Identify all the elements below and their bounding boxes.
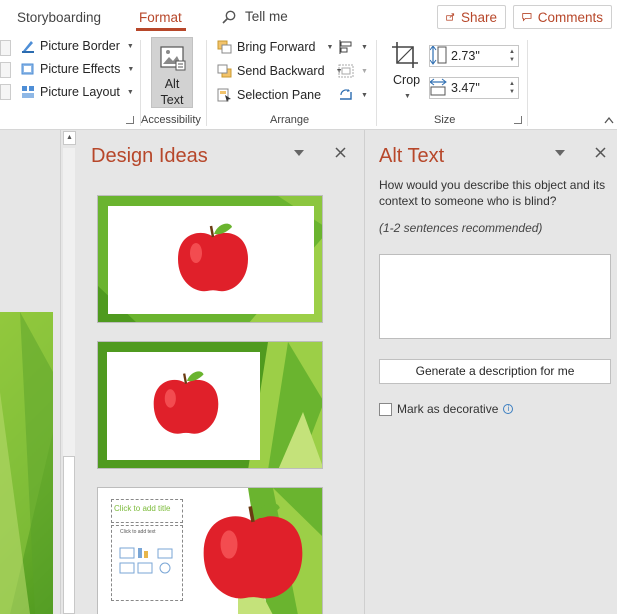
close-icon[interactable] [335, 147, 346, 158]
picture-styles-dialog-launcher[interactable] [126, 116, 134, 124]
comments-button[interactable]: Comments [513, 5, 612, 29]
style-gallery-scroll[interactable] [0, 38, 12, 102]
mark-decorative-checkbox[interactable] [379, 402, 392, 416]
tell-me-label: Tell me [245, 9, 288, 24]
close-icon[interactable] [595, 147, 606, 158]
mark-decorative-row: Mark as decorative i [379, 402, 514, 416]
selection-pane-button[interactable]: Selection Pane [217, 88, 321, 102]
bring-forward-icon [217, 40, 232, 54]
alt-text-label-line2: Text [160, 93, 184, 107]
share-button[interactable]: Share [437, 5, 506, 29]
bring-forward-button[interactable]: Bring Forward ▼ [217, 40, 333, 54]
scroll-thumb[interactable] [63, 456, 75, 614]
alt-text-label-line1: Alt [164, 77, 180, 91]
alt-text-button[interactable]: Alt Text [151, 37, 193, 108]
alt-text-hint: (1-2 sentences recommended) [379, 221, 543, 235]
send-backward-icon [217, 64, 232, 78]
arrange-group-label: Arrange [270, 114, 310, 126]
rotate-button[interactable]: ▼ [338, 88, 368, 102]
pane-options-chevron-icon[interactable] [294, 150, 304, 156]
search-icon [222, 10, 236, 24]
design-idea-thumbnail[interactable] [97, 341, 323, 469]
title-placeholder-text: Click to add title [114, 504, 171, 513]
slide-canvas[interactable] [0, 130, 60, 614]
insert-content-icons [119, 547, 173, 574]
tell-me-box[interactable]: Tell me [222, 9, 288, 24]
title-placeholder[interactable]: Click to add title [111, 499, 183, 523]
picture-layout-button[interactable]: Picture Layout ▼ [21, 85, 134, 99]
shape-height-input[interactable]: 2.73" ▲ ▼ [429, 45, 519, 67]
apple-image [178, 223, 248, 292]
group-separator [376, 40, 377, 126]
current-slide-preview[interactable] [0, 312, 53, 614]
collapse-ribbon-icon[interactable] [604, 116, 614, 124]
picture-layout-icon [22, 86, 34, 98]
comment-icon [522, 13, 532, 22]
align-button[interactable]: ▼ [338, 40, 368, 54]
group-objects-icon [338, 64, 354, 78]
design-ideas-title: Design Ideas [91, 145, 208, 167]
slide-vertical-scrollbar[interactable]: ▲ [60, 130, 77, 614]
design-idea-thumbnail[interactable]: Click to add title Click to add text [97, 487, 323, 614]
comments-label: Comments [537, 9, 603, 25]
ribbon-tab-row: Storyboarding Format Tell me Share Comme… [0, 0, 617, 34]
crop-button[interactable]: Crop ▼ [388, 39, 424, 107]
alt-text-textarea[interactable] [379, 254, 611, 339]
slide-background-art [0, 312, 53, 614]
picture-effects-button[interactable]: Picture Effects ▼ [21, 62, 134, 76]
design-idea-thumbnail[interactable] [97, 195, 323, 323]
info-icon[interactable]: i [503, 404, 514, 414]
group-separator [527, 40, 528, 126]
picture-border-icon [22, 41, 34, 53]
tab-format[interactable]: Format [139, 10, 182, 25]
tab-storyboarding[interactable]: Storyboarding [17, 10, 101, 25]
pane-options-chevron-icon[interactable] [555, 150, 565, 156]
generate-description-button[interactable]: Generate a description for me [379, 359, 611, 384]
width-spinner-arrows[interactable]: ▲ ▼ [509, 80, 515, 96]
crop-icon [392, 42, 418, 68]
size-dialog-launcher[interactable] [514, 116, 522, 124]
shape-height-value: 2.73" [451, 49, 480, 63]
accessibility-group-label: Accessibility [141, 114, 201, 126]
scroll-up-button[interactable]: ▲ [63, 131, 76, 145]
height-spinner-arrows[interactable]: ▲ ▼ [509, 48, 515, 64]
ribbon: Picture Border ▼ Picture Effects ▼ Picture… [0, 34, 617, 130]
selection-pane-icon [217, 88, 231, 102]
alt-text-icon [160, 46, 186, 71]
apple-image [153, 371, 219, 434]
share-icon [446, 13, 455, 21]
shape-width-value: 3.47" [451, 81, 480, 95]
group-button[interactable]: ▼ [338, 64, 368, 78]
crop-label: Crop [393, 73, 421, 87]
share-label: Share [460, 9, 497, 25]
send-backward-button[interactable]: Send Backward ▼ [217, 64, 343, 78]
active-tab-indicator [136, 28, 186, 31]
picture-effects-icon [21, 63, 34, 75]
alt-text-description: How would you describe this object and i… [379, 178, 606, 208]
size-group-label: Size [434, 114, 456, 126]
rotate-icon [340, 89, 352, 100]
content-placeholder-text: Click to add text [120, 529, 156, 535]
apple-image [203, 503, 303, 599]
mark-decorative-label[interactable]: Mark as decorative [397, 402, 498, 416]
align-left-icon [339, 40, 352, 54]
group-separator [206, 40, 207, 126]
content-placeholder[interactable]: Click to add text [111, 525, 183, 601]
alt-text-pane: Alt Text How would you describe this obj… [366, 130, 617, 614]
picture-border-button[interactable]: Picture Border ▼ [21, 39, 134, 53]
design-ideas-pane: Design Ideas Click to add title Click to… [78, 130, 365, 614]
workspace: ▲ Design Ideas Click to add title Click … [0, 130, 617, 614]
alt-text-pane-title: Alt Text [379, 145, 445, 167]
shape-width-input[interactable]: 3.47" ▲ ▼ [429, 77, 519, 99]
